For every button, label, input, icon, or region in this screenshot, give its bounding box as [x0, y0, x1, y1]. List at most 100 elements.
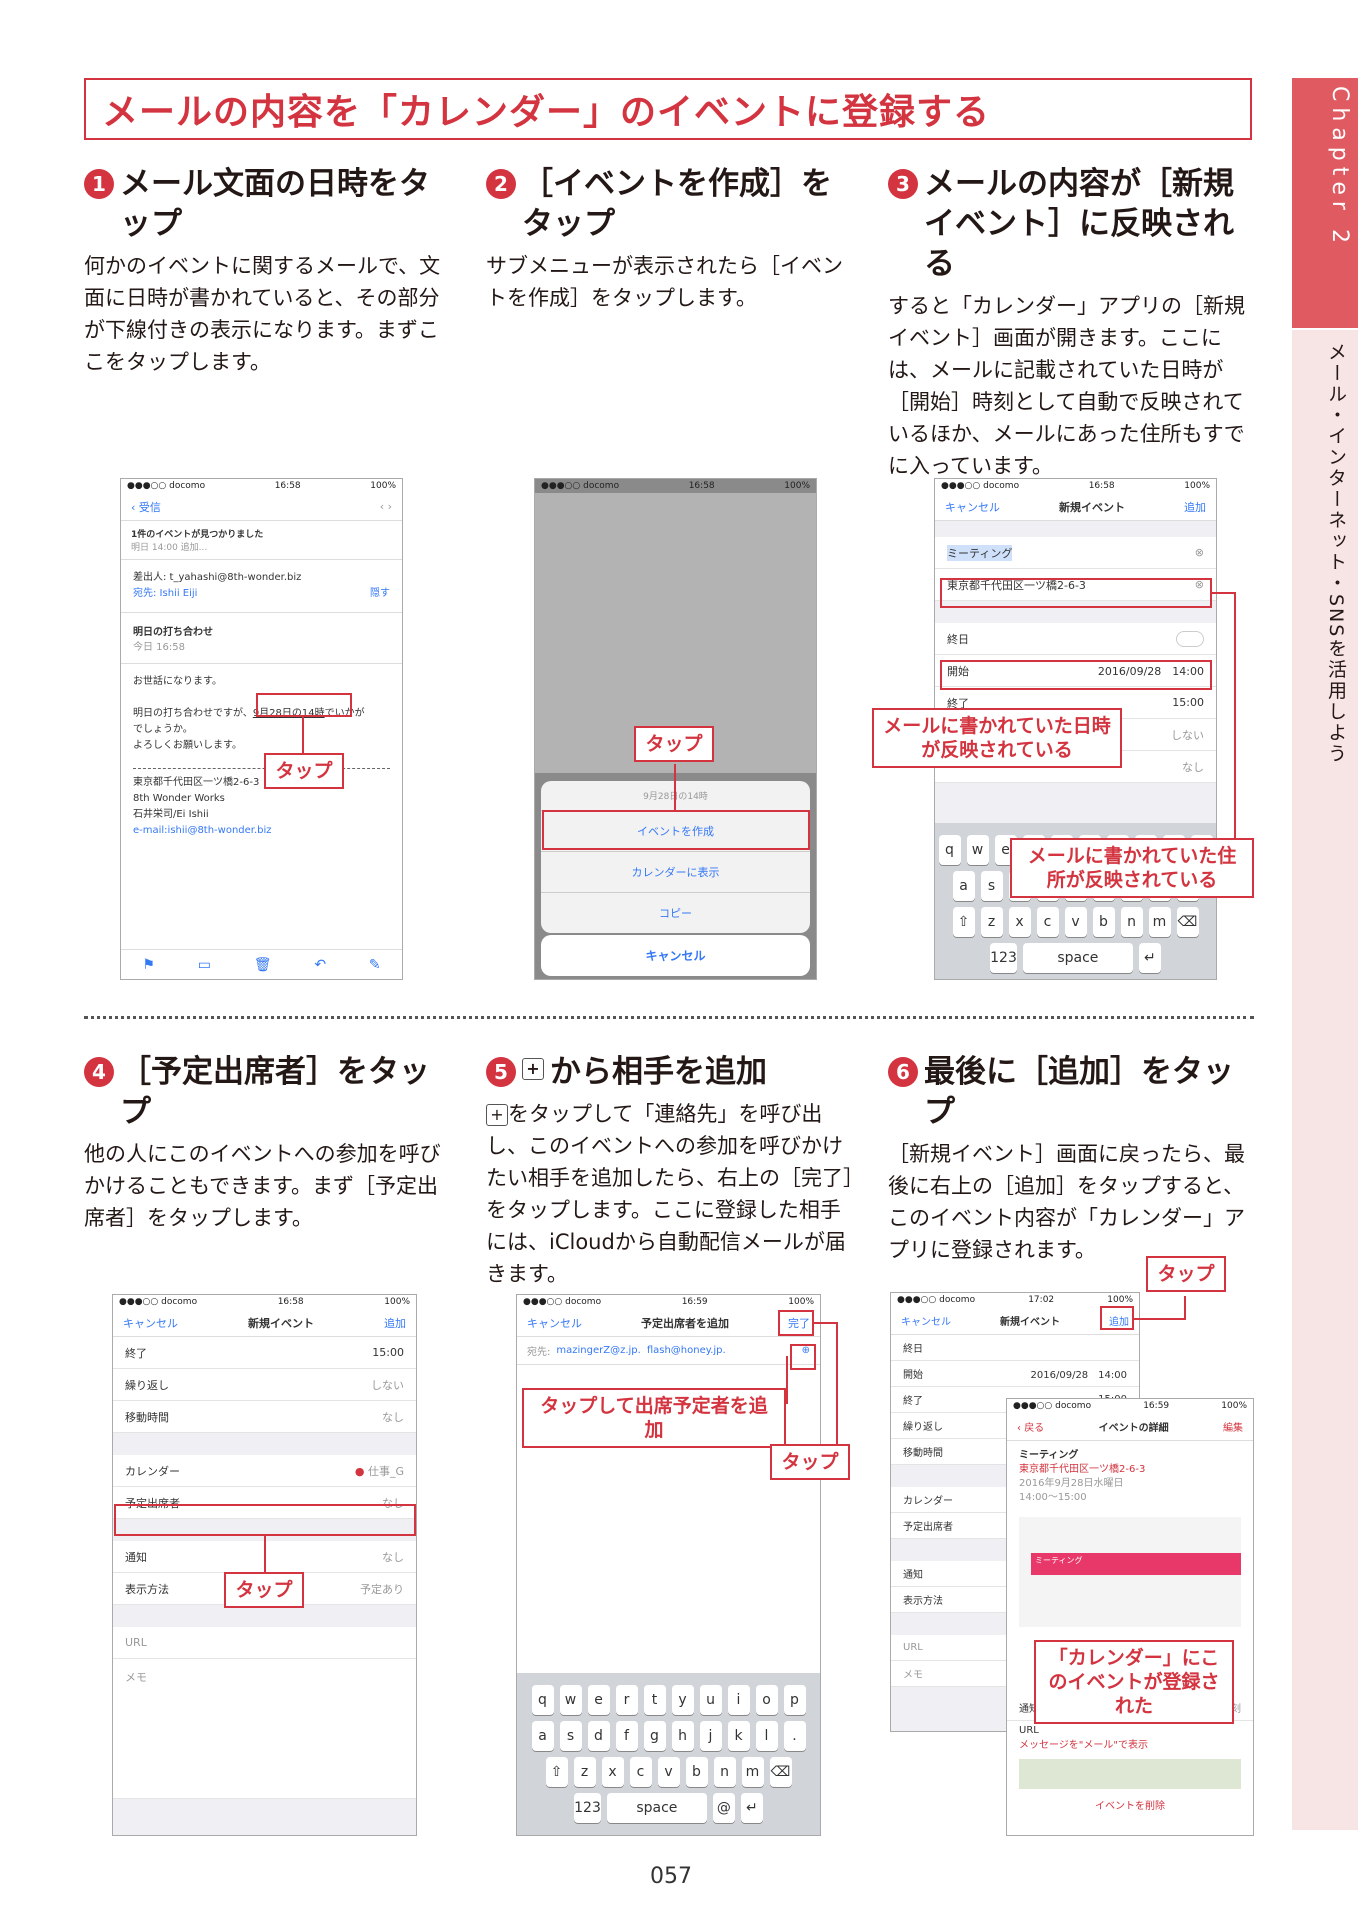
signature-line: 8th Wonder Works: [133, 793, 225, 804]
event-title: ミーティング: [1019, 1450, 1079, 1461]
recipient-chip[interactable]: mazingerZ@z.jp.: [556, 1345, 640, 1356]
show-in-calendar-option[interactable]: カレンダーに表示: [541, 852, 810, 893]
page-title: メールの内容を「カレンダー」のイベントに登録する: [102, 92, 991, 133]
callout-date: メールに書かれていた日時が反映されている: [872, 708, 1122, 768]
screen-title: 新規イベント: [248, 1316, 314, 1330]
screen-title: 新規イベント: [1059, 500, 1125, 514]
start-highlight: [940, 660, 1212, 690]
step-body: をタップして「連絡先」を呼び出し、このイベントへの参加を呼びかけたい相手を追加し…: [486, 1102, 854, 1286]
callout-tap-6: タップ: [1146, 1256, 1226, 1292]
event-block[interactable]: ミーティング: [1031, 1553, 1241, 1575]
chevrons-icon[interactable]: ‹ ›: [380, 500, 392, 513]
back-button[interactable]: ‹ 戻る: [1017, 1419, 1044, 1434]
plus-icon: +: [522, 1058, 544, 1080]
callout-tap-1: タップ: [264, 753, 344, 789]
repeat-value[interactable]: しない: [1171, 727, 1204, 743]
step-body: ［新規イベント］画面に戻ったら、最後に右上の［追加］をタップすると、このイベント…: [888, 1142, 1245, 1262]
callout-line: [264, 1536, 266, 1572]
step-body: すると「カレンダー」アプリの［新規イベント］画面が開きます。ここには、メールに記…: [888, 294, 1245, 478]
page-number: 057: [650, 1864, 692, 1889]
hide-link[interactable]: 隠す: [370, 586, 390, 602]
callout-line: [1184, 1296, 1186, 1320]
step-title: 最後に［追加］をタップ: [924, 1054, 1234, 1130]
folder-icon[interactable]: ▭: [198, 957, 211, 973]
event-time: 14:00〜15:00: [1019, 1492, 1087, 1503]
callout-line: [674, 764, 676, 810]
step-6: 6 最後に［追加］をタップ ［新規イベント］画面に戻ったら、最後に右上の［追加］を…: [888, 1052, 1258, 1266]
step-title: ［予定出席者］をタップ: [120, 1054, 430, 1130]
mail-subject: 明日の打ち合わせ: [133, 627, 213, 638]
day-timeline: ミーティング: [1019, 1517, 1241, 1627]
allday-toggle[interactable]: [1176, 630, 1204, 647]
step-number: 2: [486, 169, 516, 199]
url-field[interactable]: URL: [113, 1627, 416, 1659]
trash-icon[interactable]: 🗑: [254, 957, 272, 973]
step-2: 2 ［イベントを作成］をタップ サブメニューが表示されたら［イベントを作成］をタッ…: [486, 164, 856, 314]
screen-title: 予定出席者を追加: [641, 1316, 729, 1330]
allday-label: 終日: [947, 632, 969, 646]
divider: [84, 1016, 1254, 1019]
event-address[interactable]: 東京都千代田区一ツ橋2-6-3: [1019, 1464, 1145, 1475]
done-highlight: [778, 1310, 814, 1336]
mail-link[interactable]: メッセージを"メール"で表示: [1019, 1740, 1148, 1751]
mail-date: 今日 16:58: [133, 642, 185, 653]
callout-add-invitee: タップして出席予定者を追加: [522, 1388, 786, 1448]
event-date: 2016年9月28日水曜日: [1019, 1478, 1124, 1489]
step-5: 5 + から相手を追加 + をタップして「連絡先」を呼び出し、このイベントへの参加を呼…: [486, 1052, 856, 1290]
step-body: サブメニューが表示されたら［イベントを作成］をタップします。: [486, 254, 843, 310]
battery: 100%: [370, 481, 396, 491]
step-number: 4: [84, 1057, 114, 1087]
add-highlight: [1100, 1306, 1134, 1330]
step-body: 何かのイベントに関するメールで、文面に日時が書かれていると、その部分が下線付きの…: [84, 254, 441, 374]
step-number: 5: [486, 1057, 516, 1087]
callout-line: [1134, 1318, 1184, 1320]
delete-event-button[interactable]: イベントを削除: [1007, 1793, 1253, 1816]
flag-icon[interactable]: ⚑: [142, 957, 155, 973]
signature-email[interactable]: e-mail:ishii@8th-wonder.biz: [133, 823, 390, 839]
page-title-box: メールの内容を「カレンダー」のイベントに登録する: [84, 78, 1252, 140]
callout-line: [786, 1356, 788, 1404]
step-1: 1 メール文面の日時をタップ 何かのイベントに関するメールで、文面に日時が書かれて…: [84, 164, 454, 378]
reply-icon[interactable]: ↶: [314, 957, 326, 973]
callout-tap-5: タップ: [770, 1444, 850, 1480]
to-line[interactable]: 宛先: Ishii Eiji: [133, 586, 197, 602]
callout-line: [1234, 592, 1236, 838]
end-value[interactable]: 15:00: [1172, 696, 1204, 709]
callout-tap-2: タップ: [634, 726, 714, 762]
add-button[interactable]: 追加: [384, 1315, 406, 1331]
step-number: 3: [888, 169, 918, 199]
add-button[interactable]: 追加: [1184, 499, 1206, 515]
travel-value[interactable]: なし: [1182, 759, 1204, 775]
cancel-button[interactable]: キャンセル: [527, 1315, 582, 1331]
memo-field[interactable]: メモ: [113, 1659, 416, 1799]
event-banner[interactable]: 1件のイベントが見つかりました 明日 14:00 追加...: [121, 521, 402, 560]
recipient-chip[interactable]: flash@honey.jp.: [647, 1345, 726, 1356]
invitees-highlight: [114, 1504, 416, 1536]
create-event-highlight: [542, 810, 810, 850]
step-title: メールの内容が［新規イベント］に反映される: [924, 166, 1234, 282]
cancel-option[interactable]: キャンセル: [541, 935, 810, 976]
step-body: 他の人にこのイベントへの参加を呼びかけることもできます。まず［予定出席者］をタッ…: [84, 1142, 441, 1230]
keyboard[interactable]: qwertyuiop asdfghjkl. ⇧ z x c v b n m ⌫ 123 space…: [517, 1673, 820, 1835]
cancel-button[interactable]: キャンセル: [123, 1315, 178, 1331]
step-number: 1: [84, 169, 114, 199]
step-3: 3 メールの内容が［新規イベント］に反映される すると「カレンダー」アプリの［新規…: [888, 164, 1258, 482]
travel-row[interactable]: 移動時間 なし: [113, 1401, 416, 1433]
screenshot-mail: ●●●○○ docomo 16:58 100% ‹ 受信 ‹ › 1件のイベントが見つ…: [120, 478, 403, 980]
calendar-row[interactable]: カレンダー ● 仕事_G: [113, 1455, 416, 1487]
map-thumbnail[interactable]: [1019, 1759, 1241, 1789]
compose-icon[interactable]: ✎: [369, 957, 381, 973]
repeat-row[interactable]: 繰り返し しない: [113, 1369, 416, 1401]
cancel-button[interactable]: キャンセル: [945, 499, 1000, 515]
mail-line: よろしくお願いします。: [133, 740, 242, 751]
section-label: メール・インターネット・SNSを活用しよう: [1325, 342, 1347, 765]
callout-address: メールに書かれていた住所が反映されている: [1010, 838, 1254, 898]
screenshot-add-invitees: ●●●○○ docomo 16:59 100% キャンセル 予定出席者を追加 完了 宛先…: [516, 1294, 821, 1836]
edit-button[interactable]: 編集: [1223, 1419, 1243, 1434]
copy-option[interactable]: コピー: [541, 893, 810, 933]
back-button[interactable]: ‹ 受信: [131, 499, 161, 515]
event-title-field[interactable]: ミーティング: [947, 544, 1013, 561]
callout-line: [814, 1322, 838, 1324]
callout-line: [1212, 592, 1236, 594]
date-highlight: [256, 693, 352, 717]
